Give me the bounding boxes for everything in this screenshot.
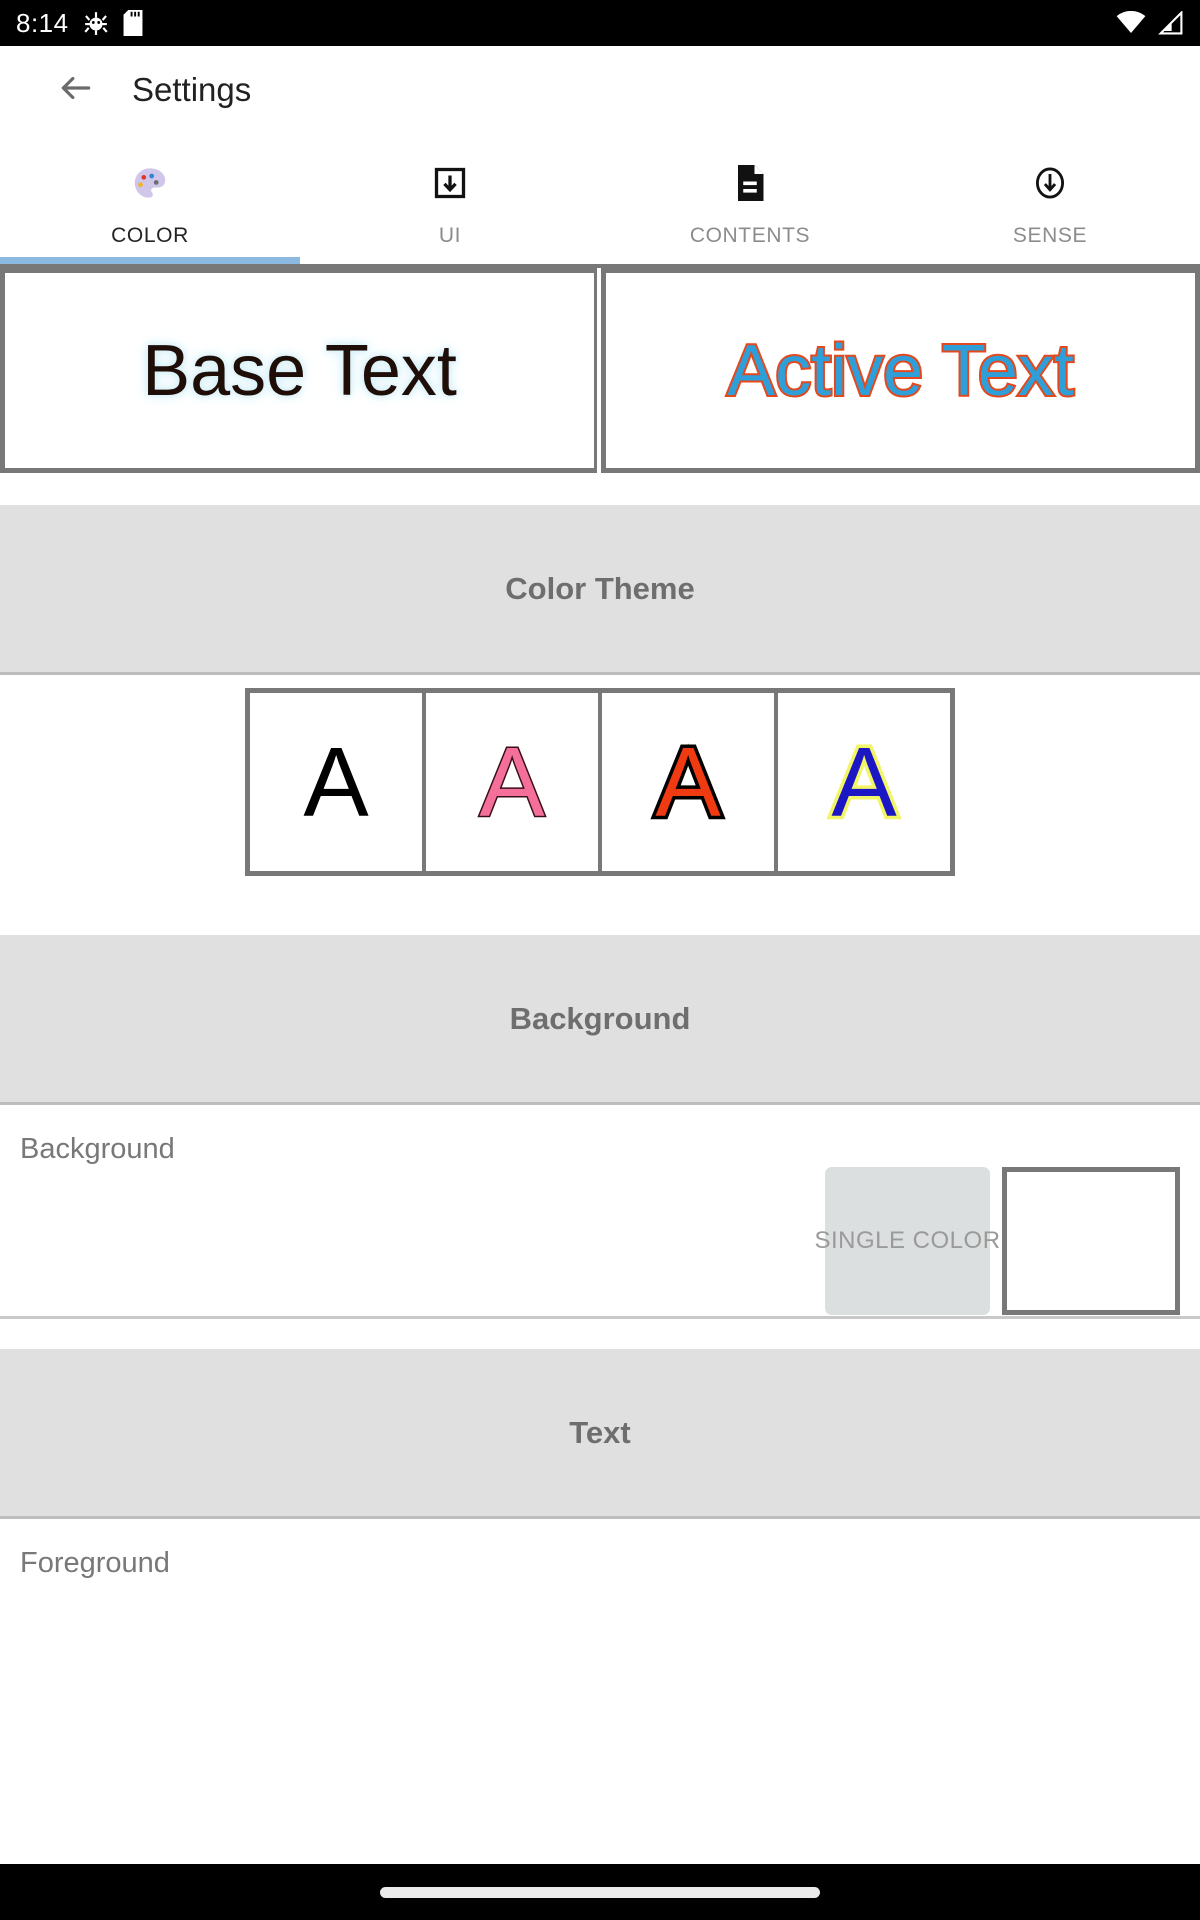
signal-icon xyxy=(1158,11,1184,35)
color-theme-swatch-row: A A A A xyxy=(245,688,955,876)
sd-card-icon xyxy=(123,10,143,36)
status-bar-clock: 8:14 xyxy=(16,7,69,38)
home-indicator[interactable] xyxy=(380,1886,820,1898)
status-bar: 8:14 xyxy=(0,0,1200,46)
settings-screen: 8:14 Settings COLOR UI CONTENTS SENSE Ba… xyxy=(0,0,1200,1920)
tab-color[interactable]: COLOR xyxy=(0,134,300,264)
tab-sense[interactable]: SENSE xyxy=(900,134,1200,264)
section-header-color-theme: Color Theme xyxy=(0,505,1200,675)
active-text-preview[interactable]: Active Text xyxy=(601,268,1200,473)
wifi-icon xyxy=(1116,11,1146,35)
foreground-preference-row[interactable]: Foreground xyxy=(0,1519,1200,1580)
foreground-row-label: Foreground xyxy=(20,1547,170,1579)
text-preview-row: Base Text Active Text xyxy=(0,268,1200,473)
system-navigation-bar xyxy=(0,1864,1200,1920)
section-title-text: Text xyxy=(569,1414,631,1450)
spacer-after-preview xyxy=(0,473,1200,505)
tab-active-indicator xyxy=(0,257,300,264)
theme-swatch-letter-3: A xyxy=(652,727,724,837)
background-color-swatch[interactable] xyxy=(1002,1167,1180,1315)
theme-swatch-letter-1: A xyxy=(303,727,369,837)
tab-label-sense: SENSE xyxy=(1012,224,1088,247)
section-title-color-theme: Color Theme xyxy=(505,570,695,606)
theme-swatch-3[interactable]: A xyxy=(602,693,774,871)
section-header-background: Background xyxy=(0,935,1200,1105)
tab-label-ui: UI xyxy=(438,224,462,247)
circle-down-arrow-icon xyxy=(1032,160,1068,206)
theme-swatch-4[interactable]: A xyxy=(778,693,950,871)
section-title-background: Background xyxy=(509,1000,691,1036)
tab-contents[interactable]: CONTENTS xyxy=(600,134,900,264)
tab-label-contents: CONTENTS xyxy=(689,224,811,247)
bug-icon xyxy=(83,10,109,36)
document-icon xyxy=(733,160,767,206)
theme-swatch-1[interactable]: A xyxy=(250,693,422,871)
arrow-left-icon xyxy=(57,69,95,112)
color-theme-swatch-block: A A A A xyxy=(0,675,1200,935)
base-text-sample: Base Text xyxy=(142,330,457,411)
section-header-text: Text xyxy=(0,1349,1200,1519)
spacer-after-background xyxy=(0,1319,1200,1349)
background-preference-row[interactable]: Background SINGLE COLOR xyxy=(0,1105,1200,1319)
download-box-icon xyxy=(432,160,468,206)
background-row-label: Background xyxy=(20,1133,175,1165)
single-color-button[interactable]: SINGLE COLOR xyxy=(814,1167,1000,1315)
base-text-preview[interactable]: Base Text xyxy=(0,268,597,473)
active-text-sample: Active Text xyxy=(725,329,1076,413)
theme-swatch-letter-2: A xyxy=(478,727,546,837)
tab-label-color: COLOR xyxy=(111,224,189,247)
palette-icon xyxy=(132,160,168,206)
page-title: Settings xyxy=(132,71,252,108)
theme-swatch-letter-4: A xyxy=(828,727,900,837)
theme-swatch-2[interactable]: A xyxy=(426,693,598,871)
tab-bar: COLOR UI CONTENTS SENSE xyxy=(0,134,1200,264)
back-button[interactable] xyxy=(50,64,102,116)
app-bar: Settings xyxy=(0,46,1200,134)
background-row-controls: SINGLE COLOR xyxy=(20,1166,1180,1316)
tab-ui[interactable]: UI xyxy=(300,134,600,264)
